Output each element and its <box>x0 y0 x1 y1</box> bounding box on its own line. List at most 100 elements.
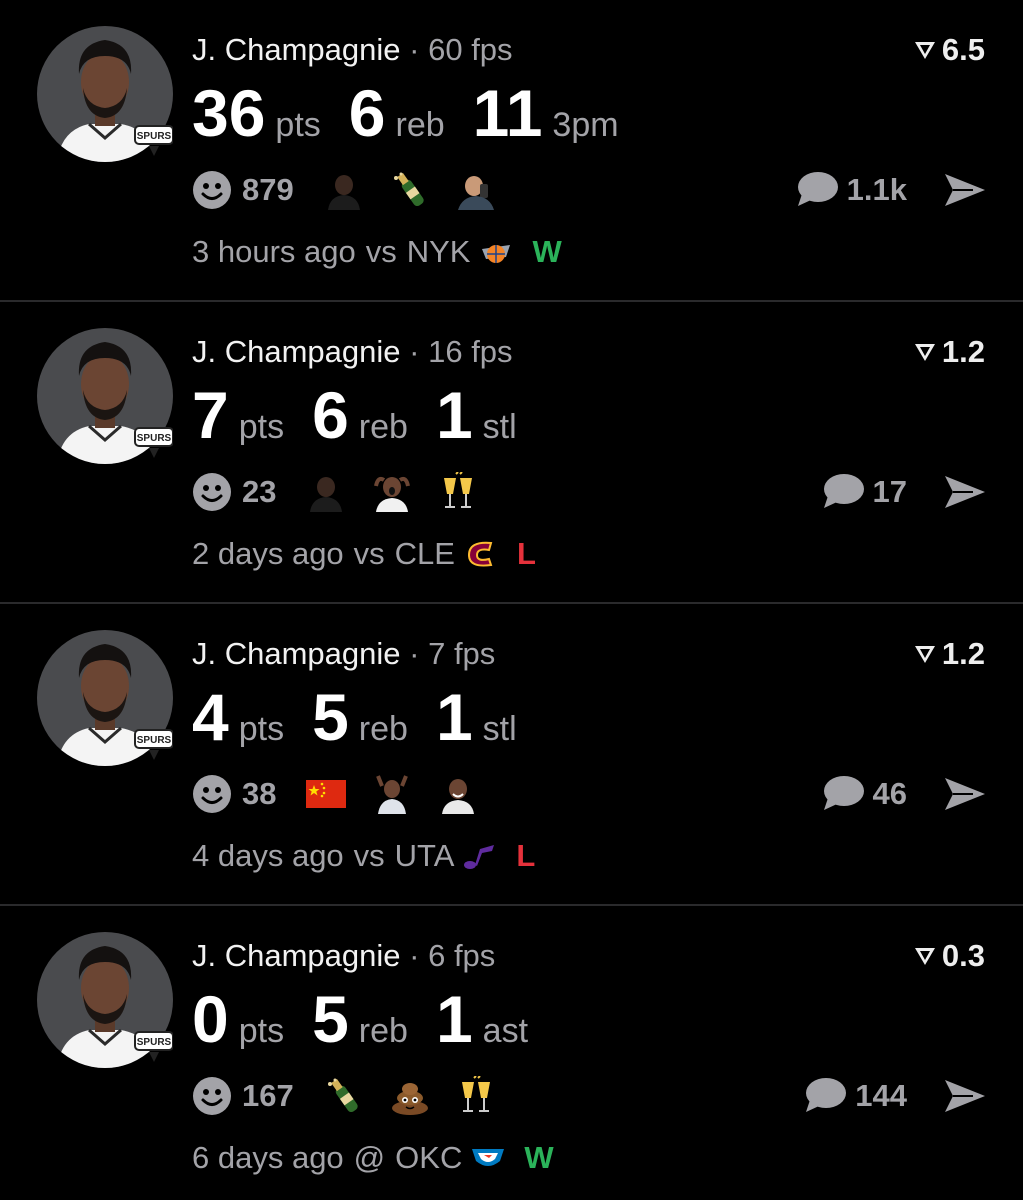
svg-text:SPURS: SPURS <box>137 131 172 142</box>
player-avatar[interactable]: SPURS <box>37 932 173 1068</box>
stat-line: 4 pts 5 reb 1 stl <box>192 684 545 750</box>
game-post-card[interactable]: SPURS J. Champagnie · 7 fps 1.2 4 pts 5 reb… <box>0 604 1023 906</box>
player-avatar[interactable]: SPURS <box>37 328 173 464</box>
header-separator: · <box>409 334 420 369</box>
cavaliers-logo-icon <box>463 537 499 571</box>
stat-reb: 5 reb <box>312 986 408 1052</box>
poop-icon[interactable] <box>388 1076 432 1116</box>
player-reaction-icon[interactable] <box>370 774 414 814</box>
comments-button[interactable]: 144 <box>803 1074 907 1118</box>
stat-unit: pts <box>275 106 321 144</box>
shocked-person-icon[interactable] <box>370 472 414 512</box>
comment-bubble-icon[interactable] <box>821 774 865 814</box>
clinking-glasses-icon[interactable] <box>436 472 480 512</box>
score-value: 1.2 <box>941 334 985 369</box>
knicks-logo-icon <box>478 235 514 269</box>
game-info: 4 days ago vs UTA L <box>192 836 535 876</box>
champagne-bottle-icon[interactable] <box>322 1076 366 1116</box>
stat-reb: 6 reb <box>349 80 445 146</box>
upvote-score[interactable]: 1.2 <box>913 634 985 674</box>
china-flag-icon[interactable] <box>304 774 348 814</box>
header-separator: · <box>409 32 420 67</box>
clinking-glasses-icon[interactable] <box>454 1076 498 1116</box>
add-reaction-icon[interactable] <box>192 774 232 814</box>
reaction-count: 879 <box>242 172 294 207</box>
add-reaction-icon[interactable] <box>192 170 232 210</box>
player-name[interactable]: J. Champagnie <box>192 32 401 67</box>
comments-button[interactable]: 1.1k <box>795 168 907 212</box>
player-avatar[interactable]: SPURS <box>37 26 173 162</box>
share-icon[interactable] <box>943 170 987 210</box>
stat-reb: 5 reb <box>312 684 408 750</box>
score-value: 0.3 <box>941 938 985 973</box>
game-result: L <box>516 838 536 873</box>
fantasy-points: 7 fps <box>428 636 496 671</box>
opponent-abbr[interactable]: NYK <box>407 232 471 272</box>
upvote-score[interactable]: 1.2 <box>913 332 985 372</box>
person-reaction-icon[interactable] <box>322 170 366 210</box>
reaction-emojis <box>304 472 502 512</box>
stat-value: 1 <box>435 680 473 754</box>
upvote-score[interactable]: 6.5 <box>913 30 985 70</box>
stat-unit: 3pm <box>552 106 619 144</box>
game-post-card[interactable]: SPURS J. Champagnie · 16 fps 1.2 7 pts 6 re… <box>0 302 1023 604</box>
reaction-count: 38 <box>242 776 277 811</box>
opponent-abbr[interactable]: OKC <box>395 1138 462 1178</box>
add-reaction-icon[interactable] <box>192 1076 232 1116</box>
reactions-row[interactable]: 879 <box>192 168 520 212</box>
opponent-abbr[interactable]: CLE <box>395 534 455 574</box>
upvote-arrow-icon[interactable] <box>913 945 937 967</box>
reactions-row[interactable]: 38 <box>192 772 502 816</box>
upvote-arrow-icon[interactable] <box>913 39 937 61</box>
player-avatar[interactable]: SPURS <box>37 630 173 766</box>
comments-button[interactable]: 17 <box>821 470 907 514</box>
stat-pts: 36 pts <box>192 80 321 146</box>
upvote-arrow-icon[interactable] <box>913 643 937 665</box>
player-name[interactable]: J. Champagnie <box>192 938 401 973</box>
post-header: J. Champagnie · 60 fps <box>192 30 513 70</box>
champagne-bottle-icon[interactable] <box>388 170 432 210</box>
share-icon[interactable] <box>943 774 987 814</box>
stat-value: 5 <box>312 680 349 754</box>
game-post-card[interactable]: SPURS J. Champagnie · 60 fps 6.5 36 pts 6 r… <box>0 0 1023 302</box>
person-laughing-icon[interactable] <box>436 774 480 814</box>
stat-unit: pts <box>238 408 285 446</box>
person-reaction-icon[interactable] <box>304 472 348 512</box>
player-name[interactable]: J. Champagnie <box>192 636 401 671</box>
comment-bubble-icon[interactable] <box>821 472 865 512</box>
matchup-prefix: vs <box>365 234 397 269</box>
stat-reb: 6 reb <box>312 382 408 448</box>
game-info: 3 hours ago vs NYK W <box>192 232 562 272</box>
stat-pts: 0 pts <box>192 986 284 1052</box>
time-ago: 4 days ago <box>192 838 344 873</box>
comments-button[interactable]: 46 <box>821 772 907 816</box>
reactions-row[interactable]: 23 <box>192 470 502 514</box>
upvote-score[interactable]: 0.3 <box>913 936 985 976</box>
comment-count: 17 <box>872 474 907 509</box>
stat-unit: reb <box>358 1012 408 1050</box>
time-ago: 3 hours ago <box>192 234 356 269</box>
stat-stl: 1 stl <box>436 382 517 448</box>
opponent-abbr[interactable]: UTA <box>395 836 455 876</box>
stat-line: 7 pts 6 reb 1 stl <box>192 382 545 448</box>
game-post-card[interactable]: SPURS J. Champagnie · 6 fps 0.3 0 pts 5 reb… <box>0 906 1023 1200</box>
header-separator: · <box>409 938 420 973</box>
time-ago: 2 days ago <box>192 536 344 571</box>
stat-value: 6 <box>312 378 349 452</box>
comment-count: 144 <box>855 1078 907 1113</box>
reactions-row[interactable]: 167 <box>192 1074 520 1118</box>
add-reaction-icon[interactable] <box>192 472 232 512</box>
comment-bubble-icon[interactable] <box>803 1076 847 1116</box>
share-icon[interactable] <box>943 1076 987 1116</box>
person-phone-reaction-icon[interactable] <box>454 170 498 210</box>
upvote-arrow-icon[interactable] <box>913 341 937 363</box>
comment-bubble-icon[interactable] <box>795 170 839 210</box>
player-name[interactable]: J. Champagnie <box>192 334 401 369</box>
fantasy-points: 60 fps <box>428 32 513 67</box>
reaction-count: 167 <box>242 1078 294 1113</box>
reaction-count: 23 <box>242 474 277 509</box>
stat-stl: 1 stl <box>436 684 517 750</box>
share-icon[interactable] <box>943 472 987 512</box>
stat-value: 0 <box>192 982 229 1056</box>
reaction-emojis <box>322 1076 520 1116</box>
